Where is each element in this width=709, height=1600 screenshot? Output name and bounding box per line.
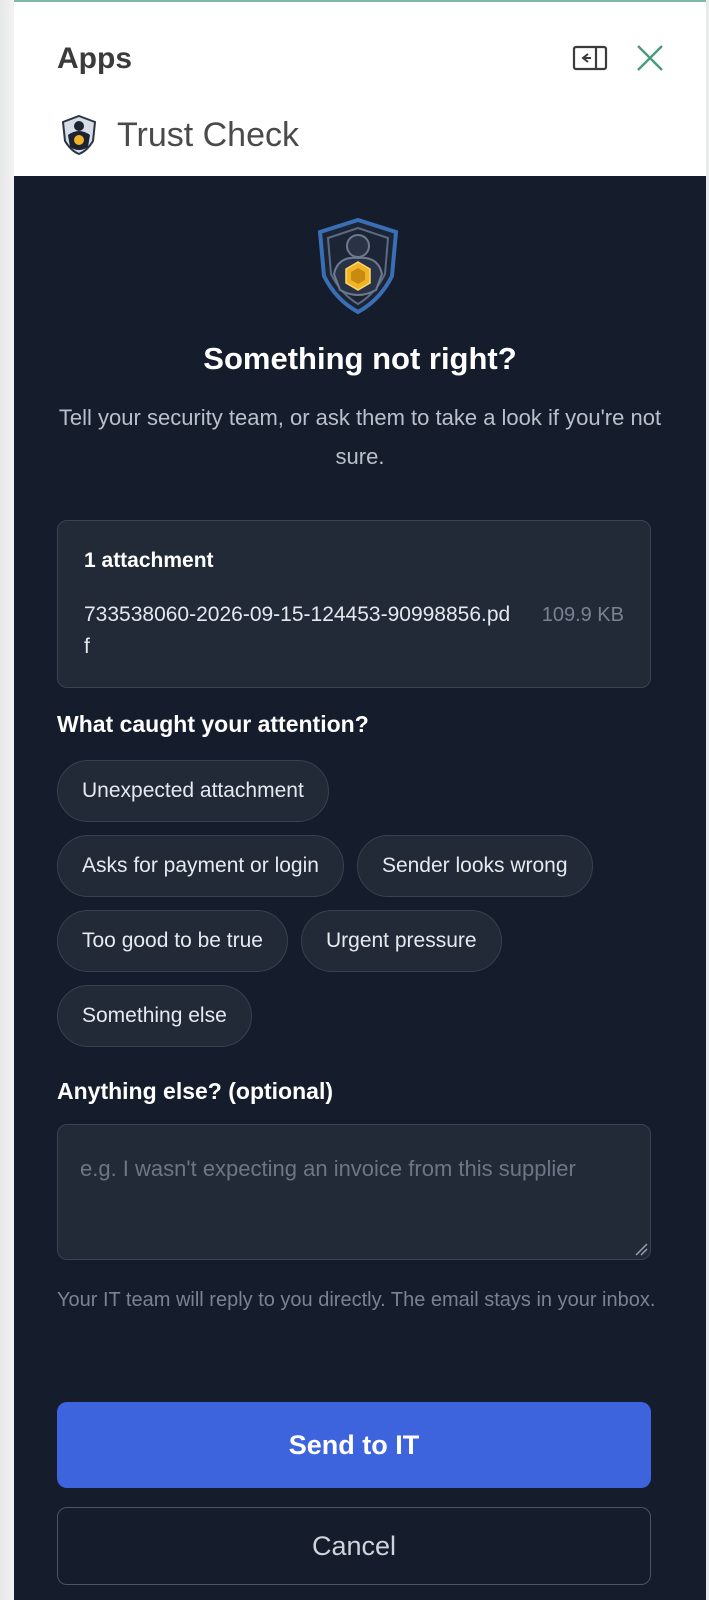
notes-label: Anything else? (optional) xyxy=(57,1078,333,1104)
host-window-edge xyxy=(0,0,14,1600)
cancel-button[interactable]: Cancel xyxy=(57,1507,651,1585)
reason-chips: Unexpected attachment Asks for payment o… xyxy=(57,760,667,1060)
attachment-card: 1 attachment 733538060-2026-09-15-124453… xyxy=(57,520,651,688)
app-entry-trust-check[interactable]: Trust Check xyxy=(57,110,299,160)
resize-grip-icon[interactable] xyxy=(634,1242,648,1256)
pane-header: Apps Trust Check xyxy=(14,2,706,176)
reason-chip-payment-or-login[interactable]: Asks for payment or login xyxy=(57,835,344,897)
pane-title: Apps xyxy=(57,42,132,75)
reason-chip-unexpected-attachment[interactable]: Unexpected attachment xyxy=(57,760,329,822)
reason-chip-sender-looks-wrong[interactable]: Sender looks wrong xyxy=(356,835,593,897)
close-icon xyxy=(637,45,663,71)
attachment-size: 109.9 KB xyxy=(541,604,624,626)
pin-pane-icon xyxy=(572,45,608,71)
subtext: Tell your security team, or ask them to … xyxy=(58,405,662,469)
apps-pane: Apps Trust Check Something not right? Te… xyxy=(14,2,706,1600)
disclaimer-text: Your IT team will reply to you directly.… xyxy=(57,1289,656,1311)
pin-pane-button[interactable] xyxy=(572,44,608,72)
trust-check-logo-icon xyxy=(61,114,97,156)
headline: Something not right? xyxy=(203,341,517,376)
reason-chip-urgent-pressure[interactable]: Urgent pressure xyxy=(300,910,502,972)
reason-chip-too-good-to-be-true[interactable]: Too good to be true xyxy=(57,910,288,972)
reasons-label: What caught your attention? xyxy=(57,711,369,737)
attachment-count: 1 attachment xyxy=(84,549,214,572)
reason-chip-something-else[interactable]: Something else xyxy=(57,985,252,1047)
app-name: Trust Check xyxy=(117,115,300,154)
trust-check-shield-icon xyxy=(317,217,399,315)
notes-textarea[interactable] xyxy=(57,1124,651,1260)
close-button[interactable] xyxy=(634,42,666,74)
attachment-filename: 733538060-2026-09-15-124453-90998856.pdf xyxy=(84,603,511,658)
report-form: Something not right? Tell your security … xyxy=(14,176,706,1600)
send-to-it-button[interactable]: Send to IT xyxy=(57,1402,651,1488)
